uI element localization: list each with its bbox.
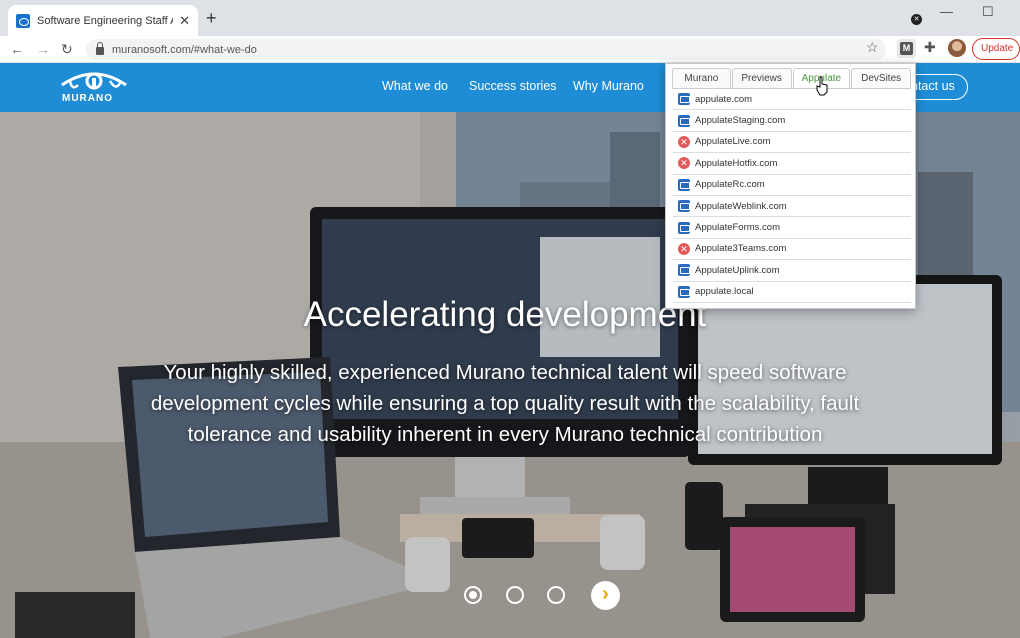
minimize-icon[interactable]: — [940, 4, 953, 19]
site-list-item[interactable]: AppulateForms.com [673, 217, 911, 239]
browser-tab[interactable]: Software Engineering Staff Augm ✕ [8, 5, 198, 36]
back-arrow-icon[interactable]: ← [10, 40, 24, 58]
lock-icon[interactable] [96, 42, 104, 55]
profile-avatar[interactable] [948, 39, 966, 57]
site-name[interactable]: AppulateUplink.com [695, 265, 780, 276]
site-list-item[interactable]: appulate.com [673, 89, 911, 111]
error-status-icon: ✕ [678, 135, 690, 148]
extension-m-icon: M [900, 42, 913, 55]
tab-previews[interactable]: Previews [731, 68, 792, 89]
site-name[interactable]: AppulateHotfix.com [695, 158, 777, 169]
site-list-item[interactable]: ✕ AppulateHotfix.com [673, 153, 911, 175]
site-name[interactable]: AppulateRc.com [695, 179, 765, 190]
error-status-icon: ✕ [678, 242, 690, 255]
bookmark-star-icon[interactable]: ☆ [866, 39, 879, 56]
site-ok-icon [678, 285, 690, 298]
hero-text: Your highly skilled, experienced Murano … [150, 361, 860, 446]
site-list-item[interactable]: AppulateRc.com [673, 175, 911, 196]
site-list-item[interactable]: AppulateWeblink.com [673, 196, 911, 218]
carousel-dot-1[interactable] [464, 586, 482, 604]
site-name[interactable]: appulate.com [695, 94, 752, 105]
site-ok-icon [678, 114, 690, 127]
site-ok-icon [678, 264, 690, 277]
site-name[interactable]: AppulateWeblink.com [695, 201, 787, 212]
close-tab-icon[interactable]: ✕ [179, 13, 190, 29]
address-bar[interactable]: muranosoft.com/#what-we-do [86, 39, 886, 60]
site-ok-icon [678, 93, 690, 106]
extensions-puzzle-icon[interactable]: ✚ [924, 39, 936, 56]
site-list-item[interactable]: appulate.local [673, 282, 911, 303]
error-status-icon: ✕ [678, 157, 690, 170]
site-name[interactable]: Appulate3Teams.com [695, 243, 786, 254]
site-name[interactable]: AppulateLive.com [695, 136, 771, 147]
extension-m-button[interactable]: M [897, 39, 916, 58]
tab-murano[interactable]: Murano [672, 68, 731, 89]
nav-what-we-do[interactable]: What we do [382, 79, 448, 93]
tab-title: Software Engineering Staff Augm [37, 14, 173, 27]
nav-why-murano[interactable]: Why Murano [573, 79, 644, 93]
site-list: appulate.com AppulateStaging.com ✕ Appulate… [673, 88, 911, 303]
site-name[interactable]: AppulateStaging.com [695, 115, 785, 126]
tab-strip: Software Engineering Staff Augm ✕ + ✕ — … [0, 0, 1020, 36]
site-ok-icon [678, 221, 690, 234]
maximize-icon[interactable]: ☐ [982, 4, 994, 20]
hand-cursor-icon [816, 76, 828, 96]
nav-success-stories[interactable]: Success stories [469, 79, 557, 93]
carousel-next-button[interactable]: › [591, 581, 620, 610]
site-name[interactable]: appulate.local [695, 286, 754, 297]
recording-icon[interactable]: ✕ [911, 14, 922, 25]
site-list-item[interactable]: ✕ AppulateLive.com [673, 132, 911, 154]
site-name[interactable]: AppulateForms.com [695, 222, 780, 233]
site-list-item[interactable]: AppulateStaging.com [673, 110, 911, 132]
browser-toolbar: ← → ↻ muranosoft.com/#what-we-do ☆ M ✚ U… [0, 36, 1020, 63]
site-list-item[interactable]: ✕ Appulate3Teams.com [673, 239, 911, 261]
tab-devsites[interactable]: DevSites [851, 68, 911, 89]
reload-icon[interactable]: ↻ [61, 40, 73, 58]
popup-tabs: Murano Previews Appulate DevSites [672, 68, 912, 89]
new-tab-icon[interactable]: + [206, 8, 217, 28]
site-ok-icon [678, 178, 690, 191]
forward-arrow-icon[interactable]: → [36, 40, 50, 58]
browser-window: Software Engineering Staff Augm ✕ + ✕ — … [0, 0, 1020, 638]
carousel-dot-2[interactable] [506, 586, 524, 604]
update-button[interactable]: Update [972, 38, 1020, 60]
url-text[interactable]: muranosoft.com/#what-we-do [112, 44, 257, 56]
site-ok-icon [678, 200, 690, 213]
logo-text: MURANO [62, 93, 113, 104]
site-favicon-icon [16, 13, 30, 28]
extension-popup: Murano Previews Appulate DevSites appula… [665, 63, 916, 309]
carousel-dot-3[interactable] [547, 586, 565, 604]
site-list-item[interactable]: AppulateUplink.com [673, 260, 911, 282]
